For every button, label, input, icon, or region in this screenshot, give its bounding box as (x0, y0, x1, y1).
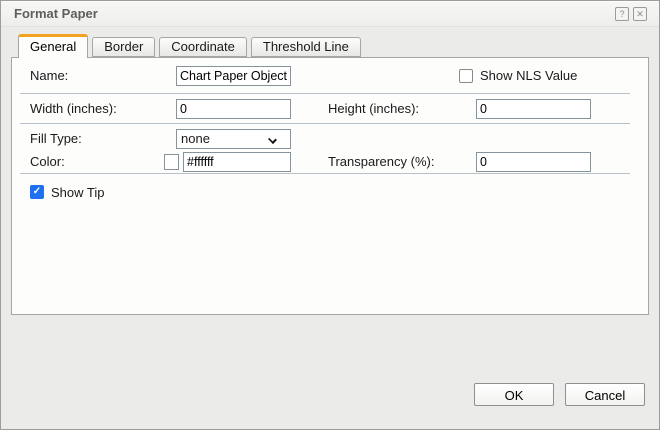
tab-general[interactable]: General (18, 34, 89, 58)
window-controls: ? ✕ (615, 6, 647, 21)
color-row: Color: Transparency (%): (12, 150, 648, 173)
show-tip-checkbox[interactable] (30, 185, 44, 199)
chevron-down-icon (268, 134, 277, 144)
height-label: Height (inches): (328, 101, 420, 116)
transparency-label: Transparency (%): (328, 154, 435, 169)
width-height-row: Width (inches): Height (inches): (12, 94, 648, 123)
tab-strip: General Border Coordinate Threshold Line (18, 34, 649, 58)
width-label: Width (inches): (30, 101, 117, 116)
tab-coordinate[interactable]: Coordinate (159, 37, 247, 57)
name-input[interactable] (176, 65, 291, 86)
tab-border-label: Border (104, 39, 144, 54)
tab-threshold-line[interactable]: Threshold Line (250, 37, 361, 57)
color-label: Color: (30, 154, 65, 169)
help-icon[interactable]: ? (615, 6, 629, 21)
close-icon[interactable]: ✕ (633, 6, 647, 21)
fill-type-select[interactable]: none (176, 128, 291, 149)
dialog-titlebar[interactable]: Format Paper ? ✕ (1, 1, 659, 27)
format-paper-dialog: Format Paper ? ✕ General Border Coordina… (0, 0, 660, 430)
name-row: Name: Show NLS Value (12, 58, 648, 93)
show-tip-row: Show Tip (12, 174, 648, 204)
width-input[interactable] (176, 98, 291, 119)
cancel-button[interactable]: Cancel (565, 383, 645, 406)
dialog-title: Format Paper (14, 6, 98, 21)
fill-type-label: Fill Type: (30, 131, 82, 146)
tab-coordinate-label: Coordinate (171, 39, 235, 54)
fill-type-value: none (181, 131, 210, 146)
name-label: Name: (30, 68, 69, 83)
general-tab-panel: Name: Show NLS Value Width (inches): Hei… (11, 57, 649, 315)
tab-general-label: General (30, 39, 77, 54)
dialog-footer: OK Cancel (474, 383, 645, 406)
tab-threshold-line-label: Threshold Line (262, 39, 349, 54)
color-hex-input[interactable] (183, 151, 291, 172)
fill-type-row: Fill Type: none (12, 124, 648, 150)
show-nls-group[interactable]: Show NLS Value (459, 68, 577, 83)
show-nls-checkbox[interactable] (459, 68, 473, 83)
show-nls-label: Show NLS Value (480, 68, 578, 83)
transparency-input[interactable] (476, 151, 591, 172)
color-swatch[interactable] (164, 153, 179, 170)
tab-border[interactable]: Border (92, 37, 156, 57)
show-tip-label: Show Tip (51, 184, 105, 200)
ok-button[interactable]: OK (474, 383, 554, 406)
height-input[interactable] (476, 98, 591, 119)
